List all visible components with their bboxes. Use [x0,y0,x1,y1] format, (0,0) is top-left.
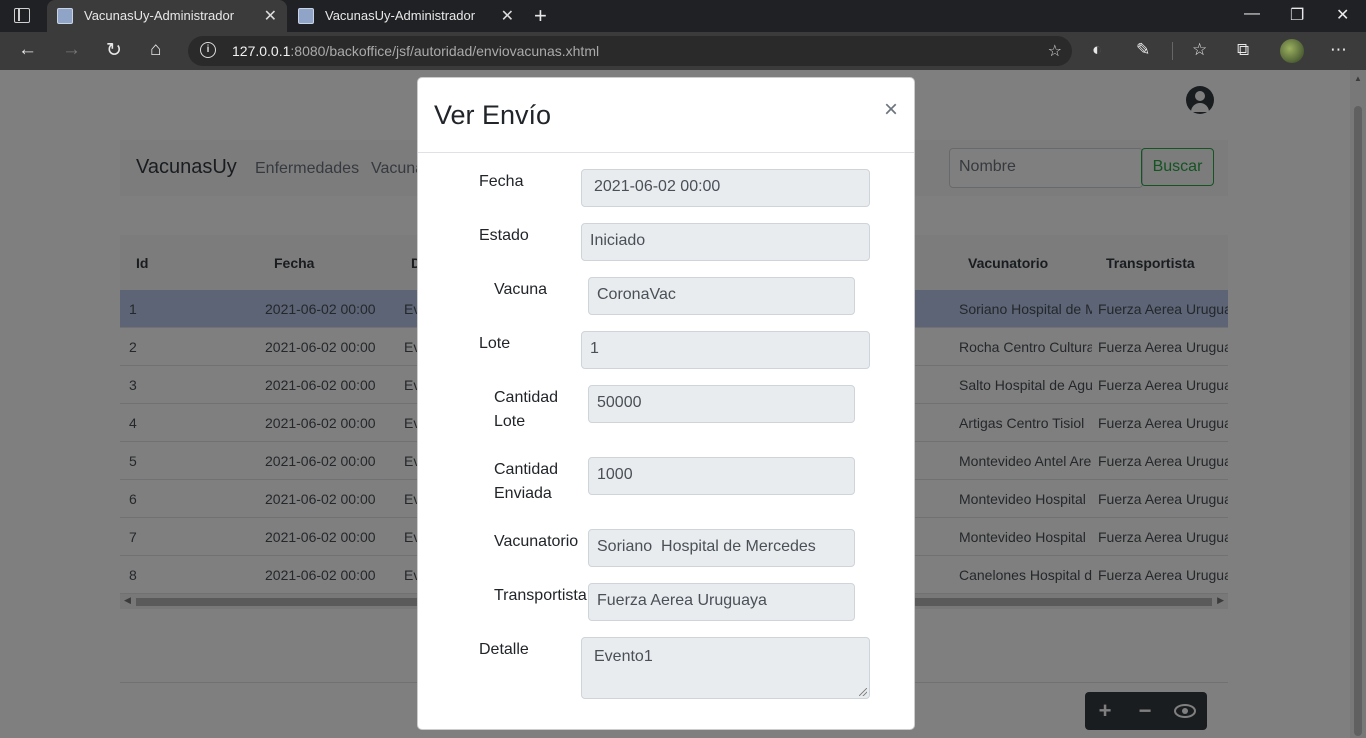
cantidad-enviada-field[interactable]: 1000 [588,457,855,495]
cantidad-enviada-label-1: Cantidad [494,461,559,478]
lote-field[interactable]: 1 [581,331,870,369]
cantidad-lote-label-2: Lote [494,413,526,430]
favorites-icon[interactable]: ☆ [1192,40,1207,60]
back-icon[interactable]: ← [18,39,37,61]
detalle-value: Evento1 [594,648,653,665]
site-favicon-icon [57,8,73,24]
vacunatorio-field[interactable]: Soriano Hospital de Mercedes [588,529,855,567]
cantidad-enviada-label-2: Enviada [494,485,552,502]
refresh-icon[interactable]: ↻ [106,39,122,62]
close-window-icon[interactable]: ✕ [1336,5,1349,25]
cantidad-lote-field[interactable]: 50000 [588,385,855,423]
fecha-label: Fecha [479,173,524,190]
new-tab-icon[interactable]: + [534,3,547,29]
profile-avatar[interactable] [1280,39,1304,63]
address-bar: ← → ↻ ⌂ i 127.0.0.1:8080/backoffice/jsf/… [0,32,1366,70]
close-modal-button[interactable]: × [884,96,898,124]
view-shipment-modal: Ver Envío × Fecha 2021-06-02 00:00 Estad… [417,77,915,730]
more-icon[interactable]: ⋯ [1330,40,1347,60]
cantidad-lote-label-1: Cantidad [494,389,559,406]
lote-label: Lote [479,335,511,352]
transportista-field[interactable]: Fuerza Aerea Uruguaya [588,583,855,621]
minimize-icon[interactable]: — [1244,5,1260,23]
modal-header: Ver Envío × [418,78,914,153]
close-tab-icon[interactable]: ✕ [501,6,514,26]
tab-title: VacunasUy-Administrador [84,8,235,23]
browser-tab-inactive[interactable]: VacunasUy-Administrador ✕ [288,0,524,32]
toolbar-divider [1172,42,1173,60]
forward-icon[interactable]: → [62,39,81,61]
add-favorite-icon[interactable]: ☆ [1048,41,1062,61]
site-info-icon[interactable]: i [200,42,216,58]
detalle-label: Detalle [479,641,529,658]
browser-tab-bar: VacunasUy-Administrador ✕ VacunasUy-Admi… [0,0,1366,32]
resize-grip-icon[interactable] [859,688,867,696]
home-icon[interactable]: ⌂ [150,39,161,61]
modal-title: Ver Envío [434,100,552,130]
vacunatorio-label: Vacunatorio [494,533,579,550]
detalle-textarea[interactable]: Evento1 [581,637,870,699]
estado-field[interactable]: Iniciado [581,223,870,261]
transportista-label: Transportista [494,587,587,604]
restore-icon[interactable]: ❐ [1290,5,1304,25]
vacuna-label: Vacuna [494,281,548,298]
collections-icon[interactable]: ⧉ [1237,40,1249,60]
site-favicon-icon [298,8,314,24]
fecha-field[interactable]: 2021-06-02 00:00 [581,169,870,207]
browser-tab-active[interactable]: VacunasUy-Administrador ✕ [47,0,287,32]
tab-actions-icon[interactable] [14,8,30,23]
tracking-icon[interactable]: ◐ [1092,40,1102,60]
tab-title: VacunasUy-Administrador [325,8,476,23]
close-tab-icon[interactable]: ✕ [264,6,277,26]
vacuna-field[interactable]: CoronaVac [588,277,855,315]
url-field[interactable]: i 127.0.0.1:8080/backoffice/jsf/autorida… [188,36,1072,66]
extension-icon[interactable]: ✎ [1136,40,1150,60]
estado-label: Estado [479,227,529,244]
url-text: 127.0.0.1:8080/backoffice/jsf/autoridad/… [232,43,600,59]
